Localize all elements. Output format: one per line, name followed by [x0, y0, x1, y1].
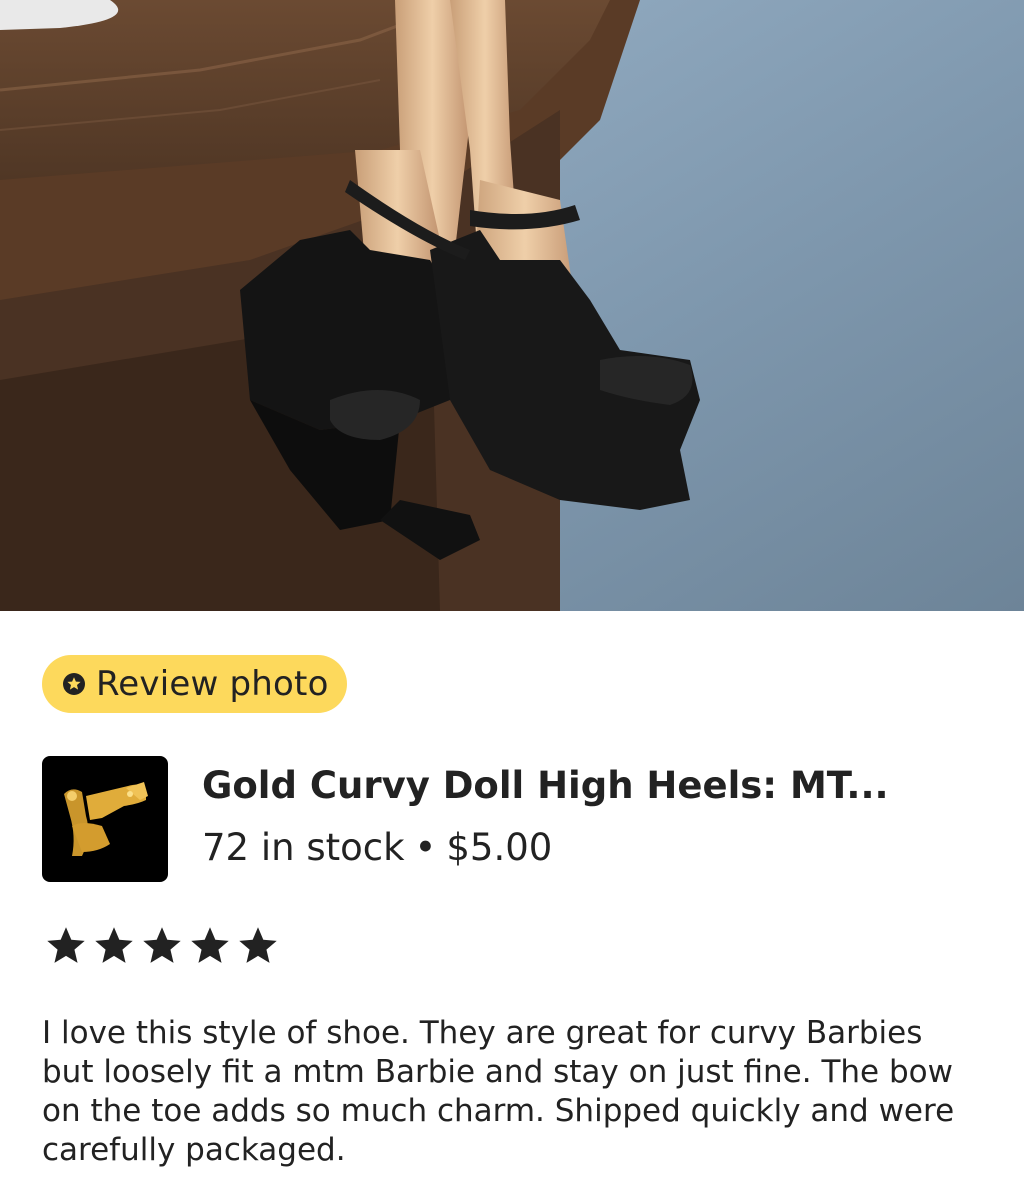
- meta-separator: •: [414, 826, 437, 869]
- listing-meta: 72 in stock • $5.00: [202, 826, 552, 869]
- listing-thumbnail[interactable]: [42, 756, 168, 882]
- star-rating: [44, 924, 280, 968]
- badge-label: Review photo: [96, 664, 329, 704]
- star-badge-icon: [63, 673, 85, 695]
- listing-card[interactable]: Gold Curvy Doll High Heels: MT... 72 in …: [42, 756, 982, 882]
- review-photo[interactable]: [0, 0, 1024, 611]
- gold-shoe-thumbnail-image: [64, 782, 148, 856]
- listing-price: $5.00: [446, 826, 553, 869]
- star-icon: [239, 927, 277, 963]
- doll-shoes-image: [0, 0, 1024, 611]
- stock-count: 72 in stock: [202, 826, 405, 869]
- star-icon: [95, 927, 133, 963]
- star-icon: [143, 927, 181, 963]
- review-photo-badge: Review photo: [42, 655, 347, 713]
- listing-title[interactable]: Gold Curvy Doll High Heels: MT...: [202, 764, 972, 807]
- star-icon: [47, 927, 85, 963]
- review-text: I love this style of shoe. They are grea…: [42, 1015, 955, 1168]
- star-icon: [191, 927, 229, 963]
